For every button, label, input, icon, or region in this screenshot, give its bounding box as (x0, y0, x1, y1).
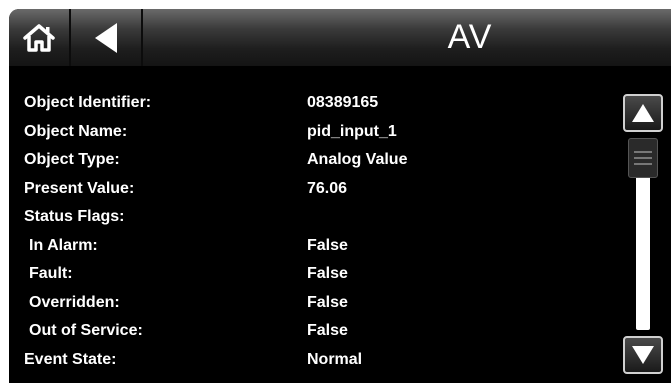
property-label: Overridden: (29, 293, 120, 311)
property-value: 08389165 (307, 94, 379, 111)
back-button[interactable] (71, 9, 143, 66)
scroll-up-arrow-icon (632, 104, 654, 122)
scroll-up-button[interactable] (623, 94, 663, 132)
property-row: Present Value: 76.06 (24, 175, 604, 204)
property-label: Event State: (24, 350, 117, 368)
property-value: Normal (307, 350, 363, 368)
scrollbar[interactable] (623, 94, 663, 374)
property-row: Overridden: False (24, 289, 604, 318)
page-title: AV (447, 18, 493, 56)
device-frame: AV Object Identifier: 08389165 Object Name… (0, 0, 672, 383)
property-label: Object Name: (24, 122, 128, 140)
property-row: Object Identifier: 08389165 (24, 89, 604, 118)
property-row: Object Type: Analog Value (24, 146, 604, 175)
scroll-down-button[interactable] (623, 336, 663, 374)
property-label: Status Flags: (24, 208, 125, 225)
scroll-thumb[interactable] (628, 138, 658, 178)
header-bar: AV (9, 9, 671, 66)
property-value: False (307, 293, 348, 311)
property-row: Status Flags: (24, 203, 604, 232)
property-label: Present Value: (24, 179, 135, 197)
screen: AV Object Identifier: 08389165 Object Name… (9, 9, 671, 383)
property-row: Fault: False (24, 260, 604, 289)
property-row: Event State: Normal (24, 346, 604, 375)
property-label: Fault: (29, 265, 73, 282)
scroll-down-arrow-icon (632, 346, 654, 364)
property-value: Analog Value (307, 151, 408, 168)
property-value: False (307, 236, 348, 254)
home-button[interactable] (9, 9, 71, 66)
property-row: Object Name: pid_input_1 (24, 118, 604, 147)
property-label: Object Type: (24, 151, 120, 168)
property-value: False (307, 265, 348, 282)
property-value: pid_input_1 (307, 122, 397, 140)
property-label: Object Identifier: (24, 94, 152, 111)
property-value: False (307, 322, 348, 339)
property-row: Out of Service: False (24, 317, 604, 346)
back-arrow-icon (95, 22, 117, 53)
property-row: In Alarm: False (24, 232, 604, 261)
property-value: 76.06 (307, 179, 348, 197)
home-icon (23, 23, 55, 52)
property-label: In Alarm: (29, 236, 98, 254)
property-label: Out of Service: (29, 322, 143, 339)
property-list: Object Identifier: 08389165 Object Name: pi… (24, 89, 604, 374)
